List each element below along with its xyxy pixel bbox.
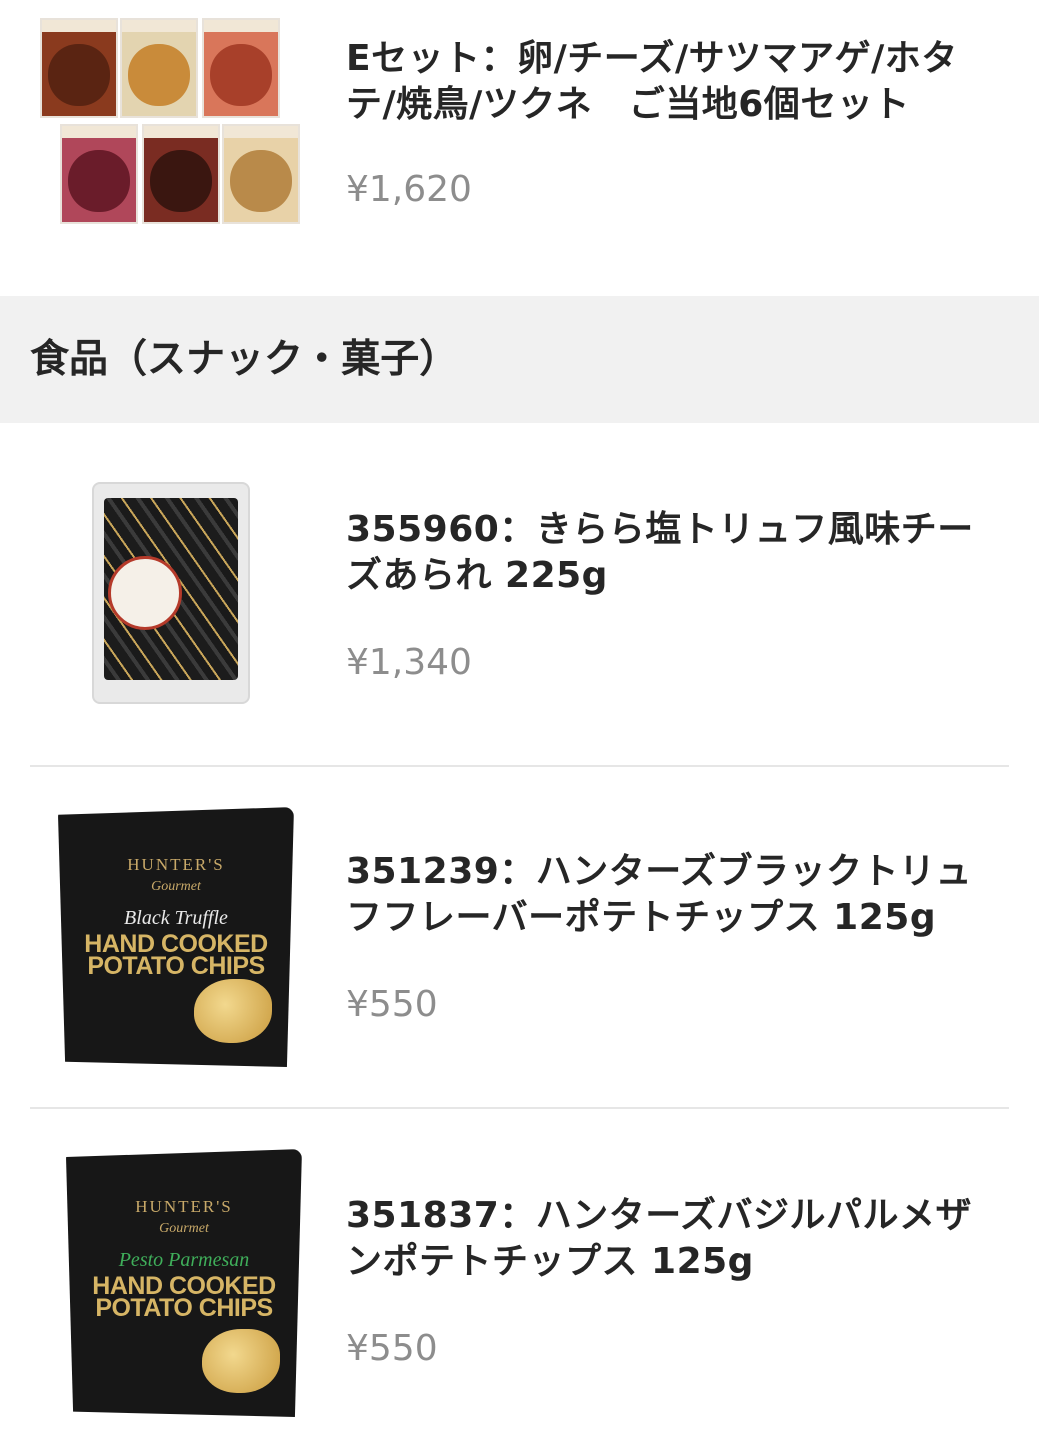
product-title: 351239：ハンターズブラックトリュフフレーバーポテトチップス 125g xyxy=(346,851,972,938)
set-pack-2-image xyxy=(120,18,198,118)
pack-brand: HUNTER'S xyxy=(135,1197,233,1216)
product-price: ¥1,620 xyxy=(346,169,472,210)
pesto-parmesan-chips-image: HUNTER'S Gourmet Pesto Parmesan HAND COO… xyxy=(66,1149,302,1417)
pack-main-text: HAND COOKED POTATO CHIPS xyxy=(84,930,268,980)
product-thumbnail xyxy=(30,18,312,233)
pack-sub: Gourmet xyxy=(159,1221,209,1236)
black-truffle-chips-image: HUNTER'S Gourmet Black Truffle HAND COOK… xyxy=(58,807,294,1067)
product-price: ¥550 xyxy=(346,1328,438,1369)
set-pack-3-image xyxy=(202,18,280,118)
product-item-eset[interactable]: Eセット：卵/チーズ/サツマアゲ/ホタテ/焼鳥/ツクネ ご当地6個セット ¥1,… xyxy=(0,0,1039,296)
product-title: Eセット：卵/チーズ/サツマアゲ/ホタテ/焼鳥/ツクネ ご当地6個セット xyxy=(346,38,958,125)
set-pack-6-image xyxy=(222,124,300,224)
pack-sub: Gourmet xyxy=(151,879,201,894)
product-title: 351837：ハンターズバジルパルメザンポテトチップス 125g xyxy=(346,1195,972,1282)
pack-flavor: Black Truffle xyxy=(124,907,228,929)
product-item-351239[interactable]: HUNTER'S Gourmet Black Truffle HAND COOK… xyxy=(0,767,1039,1108)
product-item-355960[interactable]: 355960：きらら塩トリュフ風味チーズあられ 225g ¥1,340 xyxy=(0,423,1039,766)
pack-brand: HUNTER'S xyxy=(127,855,225,874)
pack-main-text: HAND COOKED POTATO CHIPS xyxy=(92,1272,276,1322)
product-price: ¥1,340 xyxy=(346,642,472,683)
set-pack-5-image xyxy=(142,124,220,224)
section-title: 食品（スナック・菓子） xyxy=(30,337,459,382)
set-pack-4-image xyxy=(60,124,138,224)
arare-bag-image xyxy=(92,482,250,704)
product-price: ¥550 xyxy=(346,984,438,1025)
product-title: 355960：きらら塩トリュフ風味チーズあられ 225g xyxy=(346,509,974,596)
set-pack-1-image xyxy=(40,18,118,118)
pack-flavor: Pesto Parmesan xyxy=(118,1249,250,1271)
product-item-351837[interactable]: HUNTER'S Gourmet Pesto Parmesan HAND COO… xyxy=(0,1109,1039,1440)
